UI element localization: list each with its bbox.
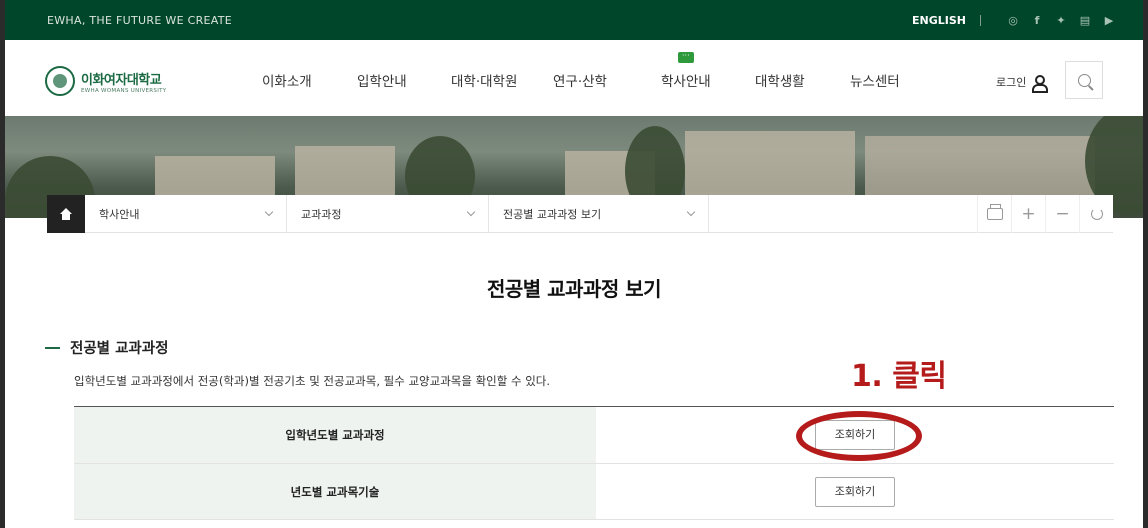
- section-description: 입학년도별 교과과정에서 전공(학과)별 전공기초 및 전공교과목, 필수 교양…: [74, 374, 551, 388]
- section-title: 전공별 교과과정: [45, 337, 168, 358]
- breadcrumb-label: 학사안내: [99, 208, 140, 221]
- view-admission-curriculum-button[interactable]: 조회하기: [815, 420, 895, 450]
- twitter-icon[interactable]: ✦: [1053, 13, 1069, 27]
- login-link[interactable]: 로그인: [996, 74, 1049, 93]
- slogan: EWHA, THE FUTURE WE CREATE: [47, 13, 233, 27]
- zoom-out-button[interactable]: −: [1045, 195, 1079, 233]
- breadcrumb-item-major-curriculum[interactable]: 전공별 교과과정 보기: [489, 195, 709, 233]
- logo-name-ko: 이화여자대학교: [81, 72, 162, 88]
- chat-icon[interactable]: ▤: [1077, 13, 1093, 27]
- zoom-in-icon: +: [1021, 204, 1036, 224]
- table-row: 입학년도별 교과과정 조회하기: [74, 406, 1114, 464]
- curriculum-table: 입학년도별 교과과정 조회하기 년도별 교과목기술 조회하기: [74, 406, 1114, 520]
- row-label: 년도별 교과목기술: [74, 463, 596, 520]
- nav-item-academic[interactable]: ··· 학사안내: [661, 52, 711, 91]
- emblem-icon: [45, 66, 75, 96]
- print-icon: [986, 204, 1003, 220]
- english-link[interactable]: ENGLISH: [912, 14, 966, 27]
- chevron-down-icon: [466, 207, 476, 217]
- utility-links: ENGLISH ◎ f ✦ ▤ ▶: [912, 13, 1117, 27]
- page-title: 전공별 교과과정 보기: [486, 277, 662, 301]
- top-utility-bar: EWHA, THE FUTURE WE CREATE ENGLISH ◎ f ✦…: [5, 0, 1143, 40]
- home-button[interactable]: [47, 195, 85, 233]
- chat-badge-icon: ···: [677, 52, 694, 63]
- instagram-icon[interactable]: ◎: [1005, 13, 1021, 27]
- row-action: 조회하기: [596, 406, 1114, 464]
- section-dash: [45, 346, 60, 349]
- row-label: 입학년도별 교과과정: [74, 406, 596, 464]
- university-logo[interactable]: 이화여자대학교 EWHA WOMANS UNIVERSITY: [45, 66, 166, 96]
- breadcrumb-label: 전공별 교과과정 보기: [503, 208, 602, 221]
- home-icon: [60, 208, 72, 220]
- nav-item-news[interactable]: 뉴스센터: [850, 70, 900, 90]
- chevron-down-icon: [264, 207, 274, 217]
- chevron-down-icon: [686, 207, 696, 217]
- nav-item-intro[interactable]: 이화소개: [262, 70, 312, 90]
- youtube-icon[interactable]: ▶: [1101, 13, 1117, 27]
- view-course-description-button[interactable]: 조회하기: [815, 476, 895, 507]
- nav-item-research[interactable]: 연구·산학: [553, 70, 607, 90]
- breadcrumb-item-academic[interactable]: 학사안내: [85, 195, 287, 233]
- nav-item-admission[interactable]: 입학안내: [357, 70, 407, 90]
- breadcrumb: 학사안내 교과과정 전공별 교과과정 보기 + −: [47, 195, 1113, 233]
- page-tools: + −: [977, 195, 1113, 233]
- logo-name-en: EWHA WOMANS UNIVERSITY: [81, 87, 167, 94]
- nav-item-colleges[interactable]: 대학·대학원: [451, 70, 517, 90]
- table-row: 년도별 교과목기술 조회하기: [74, 463, 1114, 520]
- main-header: 이화여자대학교 EWHA WOMANS UNIVERSITY 이화소개 입학안내…: [5, 40, 1143, 116]
- search-icon: [1077, 73, 1091, 87]
- refresh-button[interactable]: [1079, 195, 1113, 233]
- refresh-icon: [1090, 208, 1103, 220]
- user-icon: [1032, 75, 1049, 93]
- section-title-label: 전공별 교과과정: [70, 341, 169, 357]
- print-button[interactable]: [977, 195, 1011, 233]
- zoom-out-icon: −: [1055, 204, 1070, 224]
- facebook-icon[interactable]: f: [1029, 13, 1045, 27]
- search-button[interactable]: [1065, 61, 1103, 99]
- divider: [980, 14, 981, 26]
- nav-item-academic-label: 학사안내: [661, 74, 711, 90]
- annotation-label: 1. 클릭: [851, 359, 947, 394]
- row-action: 조회하기: [596, 463, 1114, 520]
- zoom-in-button[interactable]: +: [1011, 195, 1045, 233]
- login-label: 로그인: [996, 76, 1027, 89]
- nav-item-campus-life[interactable]: 대학생활: [755, 70, 805, 90]
- breadcrumb-label: 교과과정: [301, 208, 342, 221]
- browser-viewport: EWHA, THE FUTURE WE CREATE ENGLISH ◎ f ✦…: [5, 0, 1143, 528]
- breadcrumb-item-curriculum[interactable]: 교과과정: [287, 195, 489, 233]
